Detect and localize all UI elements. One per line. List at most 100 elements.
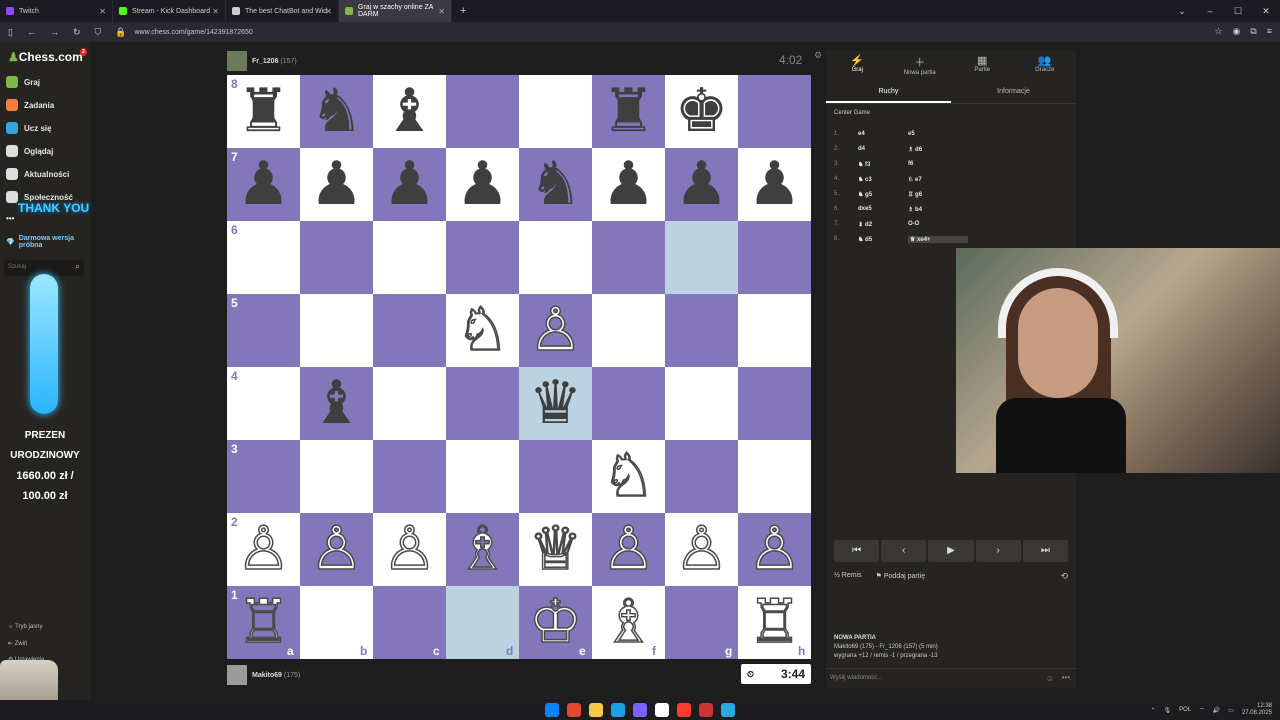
move-black[interactable]: ♘ e7 (908, 176, 968, 183)
chess-piece-g7[interactable]: ♟ (665, 148, 738, 221)
move-black[interactable]: ♗ d6 (908, 146, 968, 153)
board-square-c3[interactable] (373, 440, 446, 513)
chess-piece-c2[interactable]: ♙ (373, 513, 446, 586)
board-square-d6[interactable] (446, 221, 519, 294)
board-square-e3[interactable] (519, 440, 592, 513)
board-square-f5[interactable] (592, 294, 665, 367)
board-square-c5[interactable] (373, 294, 446, 367)
chess-logo[interactable]: ♟Chess.com 2 (8, 48, 87, 64)
chess-piece-e2[interactable]: ♕ (519, 513, 592, 586)
tab-info[interactable]: Informacje (951, 82, 1076, 103)
board-square-d3[interactable] (446, 440, 519, 513)
url-bar[interactable]: www.chess.com/game/142391872650 (134, 29, 252, 36)
chess-piece-g2[interactable]: ♙ (665, 513, 738, 586)
last-move-button[interactable]: ⏭ (1022, 540, 1069, 562)
chess-piece-d7[interactable]: ♟ (446, 148, 519, 221)
chess-piece-f3[interactable]: ♘ (592, 440, 665, 513)
new-tab-button[interactable]: + (452, 5, 474, 17)
board-square-e6[interactable] (519, 221, 592, 294)
shield-icon[interactable]: ⛉ (95, 27, 102, 38)
minimize-icon[interactable]: – (1196, 0, 1224, 22)
board-square-c6[interactable] (373, 221, 446, 294)
move-white[interactable]: ♞ g5 (858, 191, 908, 198)
chess-piece-b7[interactable]: ♟ (300, 148, 373, 221)
chess-piece-b8[interactable]: ♞ (300, 75, 373, 148)
sidebar-toggle-icon[interactable]: ▯ (8, 27, 13, 38)
taskbar-app-icon[interactable] (567, 703, 581, 717)
chess-piece-d2[interactable]: ♗ (446, 513, 519, 586)
chess-piece-e7[interactable]: ♞ (519, 148, 592, 221)
clock[interactable]: 12:38 27.08.2025 (1242, 703, 1272, 717)
bookmark-star-icon[interactable]: ☆ (1214, 26, 1222, 37)
browser-tab[interactable]: The best ChatBot and Wid ✕ (226, 0, 339, 22)
move-black[interactable]: f6 (908, 161, 968, 168)
taskbar-app-icon[interactable] (611, 703, 625, 717)
taskbar-app-icon[interactable] (545, 703, 559, 717)
board-square-g5[interactable] (665, 294, 738, 367)
top-player[interactable]: Fr_1206 (157) (227, 51, 297, 71)
panel-tab[interactable]: 👥 Gracze (1014, 50, 1077, 82)
flip-board-icon[interactable]: ⟲ (1060, 571, 1068, 582)
wifi-icon[interactable]: ⌔ (1199, 706, 1205, 714)
taskbar-app-icon[interactable] (677, 703, 691, 717)
extensions-icon[interactable]: ⧉ (1250, 26, 1256, 37)
chevron-up-icon[interactable]: ⌃ (1151, 707, 1156, 714)
sidebar-item[interactable]: Oglądaj (6, 145, 53, 157)
board-square-g3[interactable] (665, 440, 738, 513)
board-square-f4[interactable] (592, 367, 665, 440)
back-icon[interactable]: ← (27, 27, 36, 37)
volume-icon[interactable]: 🔊 (1213, 707, 1220, 714)
chess-piece-e4[interactable]: ♛ (519, 367, 592, 440)
lock-icon[interactable]: 🔒 (115, 27, 126, 38)
board-square-b3[interactable] (300, 440, 373, 513)
move-white[interactable]: ♝ d2 (858, 221, 908, 228)
close-tab-icon[interactable]: ✕ (99, 7, 106, 16)
chevron-down-icon[interactable]: ⌄ (1168, 0, 1196, 22)
forward-icon[interactable]: → (50, 27, 59, 37)
move-black[interactable]: e5 (908, 131, 968, 137)
chess-piece-f8[interactable]: ♜ (592, 75, 665, 148)
more-options-icon[interactable]: ••• (1062, 673, 1070, 682)
board-square-h4[interactable] (738, 367, 811, 440)
chess-piece-c7[interactable]: ♟ (373, 148, 446, 221)
sidebar-item[interactable]: Graj (6, 76, 40, 88)
chess-piece-h2[interactable]: ♙ (738, 513, 811, 586)
menu-icon[interactable]: ≡ (1267, 26, 1272, 37)
taskbar-app-icon[interactable] (699, 703, 713, 717)
move-black[interactable]: ♖ g6 (908, 191, 968, 198)
move-black[interactable]: ♗ b4 (908, 206, 968, 213)
board-square-h8[interactable] (738, 75, 811, 148)
panel-tab[interactable]: ＋ Nowa partia (889, 50, 952, 82)
chess-piece-b4[interactable]: ♝ (300, 367, 373, 440)
chess-piece-f2[interactable]: ♙ (592, 513, 665, 586)
light-mode-toggle[interactable]: ☼ Tryb jasny (8, 624, 43, 630)
close-tab-icon[interactable]: ✕ (212, 7, 219, 16)
first-move-button[interactable]: ⏮ (834, 540, 880, 562)
extension-icon[interactable]: ◉ (1232, 26, 1240, 37)
browser-tab[interactable]: Twitch ✕ (0, 0, 113, 22)
board-square-b5[interactable] (300, 294, 373, 367)
chat-input[interactable]: Wyślij wiadomość... ☺ ••• (826, 668, 1076, 688)
board-square-g6[interactable] (665, 221, 738, 294)
move-black[interactable]: ♕ xe4+ (908, 236, 968, 243)
panel-tab[interactable]: ▦ Partie (951, 50, 1014, 82)
more-menu[interactable]: ••• (6, 214, 14, 223)
board-square-d8[interactable] (446, 75, 519, 148)
chess-piece-g8[interactable]: ♚ (665, 75, 738, 148)
move-white[interactable]: ♞ d5 (858, 236, 908, 243)
move-white[interactable]: ♞ c3 (858, 176, 908, 183)
chess-piece-b2[interactable]: ♙ (300, 513, 373, 586)
collapse-button[interactable]: ⇤ Zwiń (8, 640, 27, 647)
next-move-button[interactable]: › (975, 540, 1021, 562)
bottom-player[interactable]: Makito69 (175) (227, 665, 300, 685)
taskbar-app-icon[interactable] (721, 703, 735, 717)
browser-tab[interactable]: Graj w szachy online ZA DARM ✕ (339, 0, 452, 22)
close-tab-icon[interactable]: ✕ (325, 7, 332, 16)
taskbar-app-icon[interactable] (655, 703, 669, 717)
taskbar-app-icon[interactable] (589, 703, 603, 717)
close-icon[interactable]: ✕ (1252, 0, 1280, 22)
board-square-g4[interactable] (665, 367, 738, 440)
move-black[interactable]: O-O (908, 221, 968, 228)
settings-gear-icon[interactable]: ⚙ (814, 50, 822, 61)
board-square-h5[interactable] (738, 294, 811, 367)
